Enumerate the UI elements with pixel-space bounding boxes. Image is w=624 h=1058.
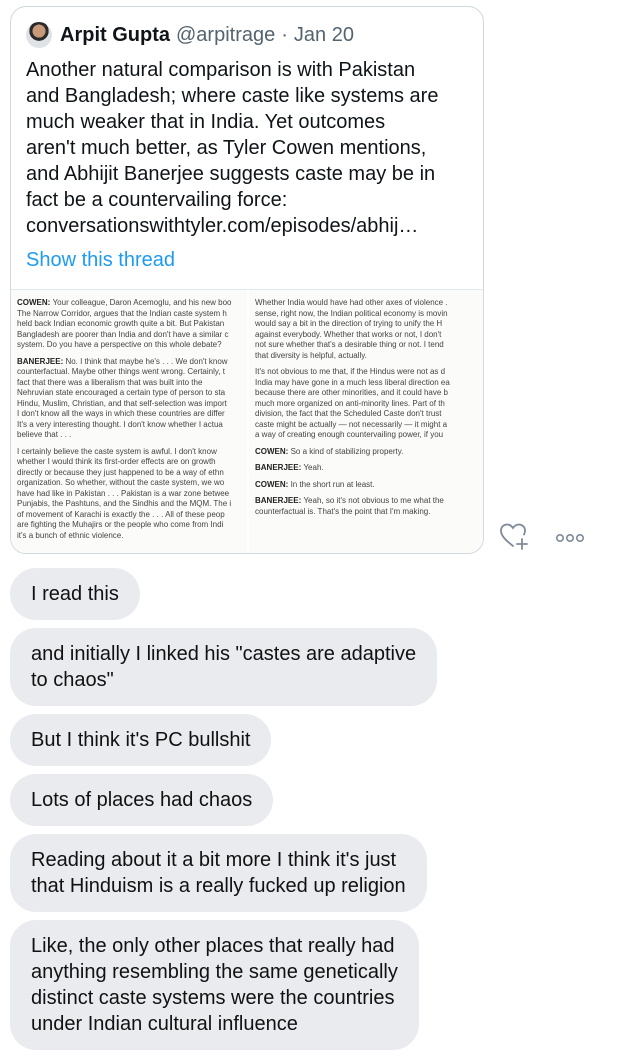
transcript-paragraph: Whether India would have had other axes … xyxy=(255,298,478,361)
transcript-line: Punjabis, the Pashtuns, and the Sindhis … xyxy=(17,499,232,508)
transcript-line: counterfactual is. That's the point that… xyxy=(255,506,431,516)
transcript-line: much more organized on anti-minority lin… xyxy=(255,398,445,408)
transcript-line: The Narrow Corridor, argues that the Ind… xyxy=(17,308,227,318)
transcript-line: Bangladesh are poorer than India and don… xyxy=(17,329,229,339)
transcript-line: have had like in Pakistan . . . Pakistan… xyxy=(17,488,230,498)
transcript-line: Whether India would have had other axes … xyxy=(255,298,448,307)
transcript-line: It's not obvious to me that, if the Hind… xyxy=(255,367,446,376)
transcript-line: of movement of Karachi is exactly the . … xyxy=(17,509,225,519)
tweet-body: Another natural comparison is with Pakis… xyxy=(26,59,439,211)
tweet-date[interactable]: Jan 20 xyxy=(294,24,354,47)
media-right-page: Whether India would have had other axes … xyxy=(247,290,483,553)
message-actions xyxy=(500,522,584,555)
transcript-line: counterfactual. Maybe other things went … xyxy=(17,367,225,376)
separator-dot: · xyxy=(281,23,288,46)
transcript-line: that diversity is helpful, actually. xyxy=(255,350,367,360)
transcript-paragraph: BANERJEE: No. I think that maybe he's . … xyxy=(17,357,242,441)
speaker-label: COWEN: xyxy=(17,298,53,307)
transcript-line: division, the fact that the Scheduled Ca… xyxy=(255,409,442,418)
transcript-line: system. Do you have a perspective on thi… xyxy=(17,340,222,349)
transcript-paragraph: BANERJEE: Yeah. xyxy=(255,463,478,474)
transcript-line: COWEN: So a kind of stabilizing property… xyxy=(255,446,404,456)
transcript-line: BANERJEE: Yeah. xyxy=(255,463,324,472)
transcript-line: it's a bunch of ethnic violence. xyxy=(17,530,124,540)
transcript-line: not sure whether that's a desirable thin… xyxy=(255,340,444,349)
media-left-page: COWEN: Your colleague, Daron Acemoglu, a… xyxy=(11,290,247,553)
avatar[interactable] xyxy=(26,22,52,48)
transcript-paragraph: I certainly believe the caste system is … xyxy=(17,447,242,542)
transcript-line: I certainly believe the caste system is … xyxy=(17,446,217,456)
transcript-line: caste might be actually — not necessaril… xyxy=(255,419,448,429)
message-bubble[interactable]: I read this xyxy=(10,568,140,620)
transcript-paragraph: COWEN: Your colleague, Daron Acemoglu, a… xyxy=(17,298,242,351)
show-thread-link[interactable]: Show this thread xyxy=(26,249,175,272)
speaker-label: BANERJEE: xyxy=(17,356,66,366)
message-list: I read this and initially I linked his "… xyxy=(10,568,490,1058)
heart-add-icon[interactable] xyxy=(500,522,530,555)
message-bubble[interactable]: But I think it's PC bullshit xyxy=(10,714,272,766)
tweet-header: Arpit Gupta @arpitrage · Jan 20 xyxy=(26,19,354,51)
transcript-line: COWEN: In the short run at least. xyxy=(255,479,375,489)
transcript-line: fact that there was a liberalism that wa… xyxy=(17,377,203,387)
transcript-line: BANERJEE: No. I think that maybe he's . … xyxy=(17,356,228,366)
transcript-paragraph: COWEN: In the short run at least. xyxy=(255,480,478,491)
author-handle[interactable]: @arpitrage xyxy=(176,24,275,47)
transcript-line: I don't know all the ways in which these… xyxy=(17,409,225,418)
speaker-label: BANERJEE: xyxy=(255,496,304,505)
transcript-paragraph: It's not obvious to me that, if the Hind… xyxy=(255,367,478,441)
transcript-line: Nehruvian state encouraged a certain typ… xyxy=(17,388,226,397)
message-bubble[interactable]: Reading about it a bit more I think it's… xyxy=(10,834,427,912)
transcript-paragraph: COWEN: So a kind of stabilizing property… xyxy=(255,447,478,458)
message-bubble[interactable]: and initially I linked his "castes are a… xyxy=(10,628,438,706)
tweet-text: Another natural comparison is with Pakis… xyxy=(26,57,478,239)
transcript-line: would say a bit in the direction of tryi… xyxy=(255,319,443,328)
transcript-line: against everybody. Whether that works or… xyxy=(255,329,442,339)
transcript-line: are fighting the Muhajirs or the people … xyxy=(17,520,224,529)
author-name[interactable]: Arpit Gupta xyxy=(60,24,170,47)
transcript-line: sense, right now, the Indian political e… xyxy=(255,308,448,318)
transcript-line: Hindu, Muslim, Christian, and that self-… xyxy=(17,398,227,408)
more-icon[interactable] xyxy=(555,530,584,548)
transcript-line: whether I would think its first-order ef… xyxy=(17,457,216,466)
transcript-line: held back Indian economic growth quite a… xyxy=(17,319,225,328)
transcript-line: India may have gone in a much less liber… xyxy=(255,377,450,387)
transcript-line: COWEN: Your colleague, Daron Acemoglu, a… xyxy=(17,298,232,307)
speaker-label: COWEN: xyxy=(255,446,291,456)
transcript-line: because there are other minorities, and … xyxy=(255,388,449,397)
message-bubble[interactable]: Like, the only other places that really … xyxy=(10,920,419,1050)
transcript-line: organization. So whether, without the ca… xyxy=(17,478,225,487)
speaker-label: BANERJEE: xyxy=(255,463,304,472)
speaker-label: COWEN: xyxy=(255,479,291,489)
transcript-line: It's a very interesting thought. I don't… xyxy=(17,419,223,429)
tweet-link[interactable]: conversationswithtyler.com/episodes/abhi… xyxy=(26,215,418,237)
tweet-media-image[interactable]: COWEN: Your colleague, Daron Acemoglu, a… xyxy=(11,289,483,553)
message-bubble[interactable]: Lots of places had chaos xyxy=(10,774,274,826)
transcript-line: believe that . . . xyxy=(17,430,72,439)
transcript-line: a way of creating enough countervailing … xyxy=(255,430,444,439)
transcript-line: BANERJEE: Yeah, so it's not obvious to m… xyxy=(255,496,444,505)
transcript-paragraph: BANERJEE: Yeah, so it's not obvious to m… xyxy=(255,496,478,517)
transcript-line: directly or because they just happened t… xyxy=(17,467,224,477)
quoted-tweet-card[interactable]: Arpit Gupta @arpitrage · Jan 20 Another … xyxy=(10,6,484,554)
